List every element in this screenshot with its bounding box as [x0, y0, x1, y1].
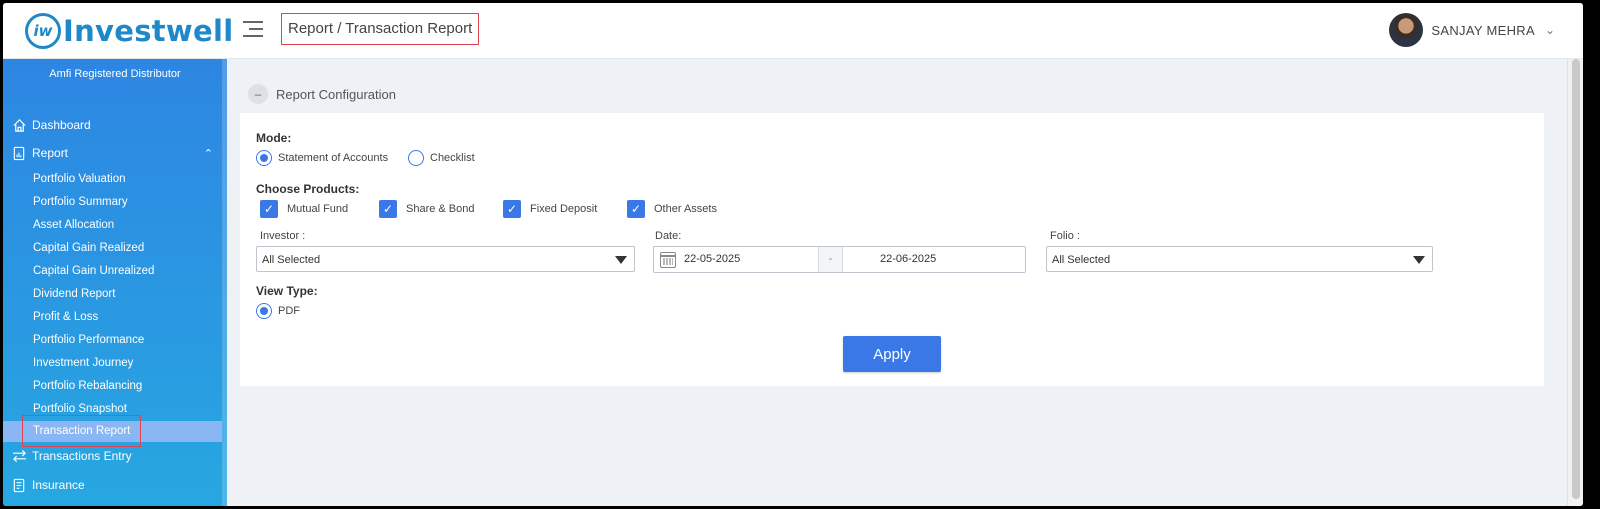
date-to-input[interactable]: 22-06-2025: [880, 247, 936, 272]
date-from-input[interactable]: 22-05-2025: [684, 247, 740, 272]
swap-icon: [11, 448, 27, 464]
sidebar-subitem-transaction-report[interactable]: Transaction Report: [33, 425, 130, 437]
logo-text: Investwell: [63, 14, 234, 48]
product-check-share-bond[interactable]: ✓ Share & Bond: [379, 200, 475, 218]
user-name: SANJAY MEHRA: [1431, 22, 1535, 38]
dropdown-arrow-icon: [1413, 256, 1425, 264]
checkbox-label: Mutual Fund: [287, 203, 349, 215]
sidebar-subitem-portfolio-performance[interactable]: Portfolio Performance: [33, 334, 144, 346]
sidebar-subitem-investment-journey[interactable]: Investment Journey: [33, 357, 133, 369]
sidebar-item-insurance[interactable]: Insurance: [11, 477, 221, 493]
radio-label: PDF: [278, 305, 300, 317]
main-scrollbar[interactable]: [1567, 59, 1583, 506]
home-icon: [11, 117, 27, 133]
sidebar-item-report[interactable]: Report ⌃: [11, 145, 221, 161]
sidebar-item-dashboard[interactable]: Dashboard: [11, 117, 221, 133]
top-header: iw Investwell Report / Transaction Repor…: [3, 3, 1583, 59]
date-label: Date:: [655, 230, 682, 242]
calendar-icon[interactable]: [660, 252, 676, 268]
checkbox-label: Share & Bond: [406, 203, 475, 215]
sidebar-subitem-portfolio-valuation[interactable]: Portfolio Valuation: [33, 173, 125, 185]
mode-radio-checklist[interactable]: Checklist: [408, 150, 475, 166]
report-config-card: Mode: Statement of Accounts Checklist Ch…: [240, 113, 1544, 386]
date-separator: -: [818, 247, 843, 272]
checkbox-label: Other Assets: [654, 203, 717, 215]
report-configuration-header[interactable]: – Report Configuration: [248, 84, 396, 104]
menu-toggle-icon[interactable]: [243, 21, 263, 41]
sidebar-subitem-portfolio-summary[interactable]: Portfolio Summary: [33, 196, 128, 208]
checkbox-checked-icon: ✓: [627, 200, 645, 218]
checkbox-checked-icon: ✓: [503, 200, 521, 218]
mode-label: Mode:: [256, 131, 292, 145]
date-range-picker[interactable]: 22-05-2025 - 22-06-2025: [653, 246, 1026, 273]
product-check-other-assets[interactable]: ✓ Other Assets: [627, 200, 717, 218]
checkbox-label: Fixed Deposit: [530, 203, 598, 215]
sidebar-item-transactions-entry[interactable]: Transactions Entry: [11, 448, 221, 464]
sidebar-item-label: Insurance: [32, 478, 85, 492]
sidebar: Amfi Registered Distributor Dashboard Re…: [3, 59, 227, 506]
folio-select[interactable]: All Selected: [1046, 246, 1433, 272]
radio-unchecked-icon: [408, 150, 424, 166]
investor-select[interactable]: All Selected: [256, 246, 635, 272]
chevron-down-icon: ⌄: [1544, 23, 1555, 37]
sidebar-subitem-portfolio-rebalancing[interactable]: Portfolio Rebalancing: [33, 380, 142, 392]
insurance-document-icon: [11, 477, 27, 493]
sidebar-subitem-capital-gain-unrealized[interactable]: Capital Gain Unrealized: [33, 265, 154, 277]
sidebar-item-label: Dashboard: [32, 118, 91, 132]
radio-label: Statement of Accounts: [278, 152, 389, 164]
radio-checked-icon: [256, 303, 272, 319]
logo-mark-icon: iw: [25, 13, 61, 49]
apply-button[interactable]: Apply: [843, 336, 941, 372]
sidebar-item-label: Transactions Entry: [32, 449, 132, 463]
distributor-label: Amfi Registered Distributor: [49, 68, 181, 80]
product-check-fixed-deposit[interactable]: ✓ Fixed Deposit: [503, 200, 597, 218]
checkbox-checked-icon: ✓: [260, 200, 278, 218]
sidebar-subitem-profit-loss[interactable]: Profit & Loss: [33, 311, 98, 323]
view-type-radio-pdf[interactable]: PDF: [256, 303, 300, 319]
radio-checked-icon: [256, 150, 272, 166]
folio-label: Folio :: [1050, 230, 1080, 242]
folio-select-value: All Selected: [1052, 254, 1111, 266]
app-window: iw Investwell Report / Transaction Repor…: [3, 3, 1583, 506]
radio-label: Checklist: [430, 152, 475, 164]
view-type-label: View Type:: [256, 284, 318, 298]
avatar: [1389, 13, 1424, 47]
mode-radio-statement[interactable]: Statement of Accounts: [256, 150, 388, 166]
product-check-mutual-fund[interactable]: ✓ Mutual Fund: [260, 200, 348, 218]
report-icon: [11, 145, 27, 161]
collapse-icon[interactable]: –: [248, 84, 268, 104]
checkbox-checked-icon: ✓: [379, 200, 397, 218]
sidebar-subitem-capital-gain-realized[interactable]: Capital Gain Realized: [33, 242, 144, 254]
breadcrumb: Report / Transaction Report: [281, 13, 480, 45]
products-label: Choose Products:: [256, 182, 360, 196]
logo[interactable]: iw Investwell: [25, 13, 233, 49]
sidebar-subitem-portfolio-snapshot[interactable]: Portfolio Snapshot: [33, 403, 127, 415]
sidebar-subitem-dividend-report[interactable]: Dividend Report: [33, 288, 115, 300]
user-menu[interactable]: SANJAY MEHRA ⌄: [1389, 13, 1555, 47]
sidebar-scrollbar[interactable]: [222, 59, 227, 506]
chevron-up-icon: ⌃: [203, 147, 213, 160]
sidebar-subitem-asset-allocation[interactable]: Asset Allocation: [33, 219, 114, 231]
investor-select-value: All Selected: [262, 254, 321, 266]
sidebar-item-label: Report: [32, 146, 69, 160]
dropdown-arrow-icon: [615, 256, 627, 264]
investor-label: Investor :: [260, 230, 306, 242]
section-title: Report Configuration: [276, 86, 396, 102]
